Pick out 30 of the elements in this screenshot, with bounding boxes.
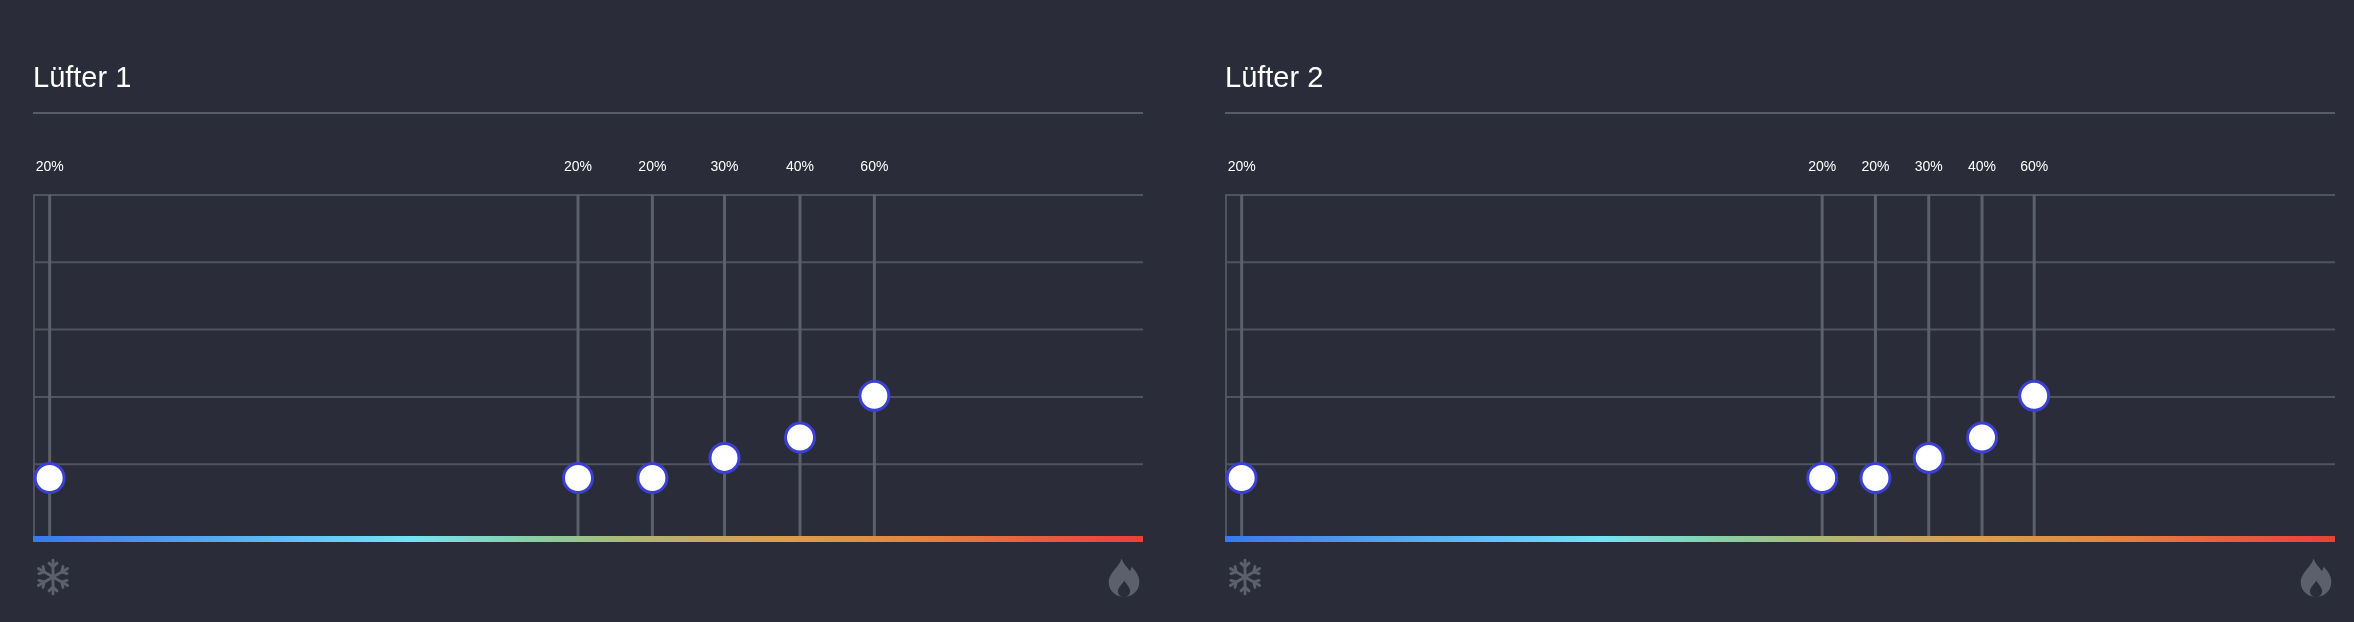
curve-point-handle[interactable] xyxy=(1912,441,1945,474)
flame-icon xyxy=(2300,558,2332,597)
speed-label: 40% xyxy=(786,158,815,174)
speed-label: 30% xyxy=(710,158,739,174)
curve-point-handle[interactable] xyxy=(1225,462,1258,495)
speed-label: 20% xyxy=(1227,158,1256,174)
curve-point-handle[interactable] xyxy=(858,379,891,412)
curve-point-handle[interactable] xyxy=(1806,462,1839,495)
speed-label: 20% xyxy=(1861,158,1890,174)
speed-label: 60% xyxy=(2020,158,2049,174)
flame-icon xyxy=(1108,558,1140,597)
speed-label: 40% xyxy=(1968,158,1997,174)
snowflake-icon xyxy=(1227,558,1263,596)
speed-label: 20% xyxy=(1808,158,1837,174)
panel-title: Lüfter 2 xyxy=(1225,60,1324,95)
curve-point-handle[interactable] xyxy=(2018,379,2051,412)
curve-point-handle[interactable] xyxy=(1859,462,1892,495)
curve-point-handle[interactable] xyxy=(708,441,741,474)
panel-title: Lüfter 1 xyxy=(33,60,132,95)
curve-point-handle[interactable] xyxy=(562,462,594,495)
snowflake-icon xyxy=(35,558,71,596)
curve-point-handle[interactable] xyxy=(33,462,66,495)
speed-label: 20% xyxy=(564,158,593,174)
curve-point-handle[interactable] xyxy=(784,421,816,454)
curve-point-handle[interactable] xyxy=(1966,421,1998,454)
speed-label: 20% xyxy=(638,158,667,174)
speed-label: 30% xyxy=(1914,158,1943,174)
curve-point-handle[interactable] xyxy=(636,462,669,495)
speed-label: 60% xyxy=(860,158,889,174)
speed-label: 20% xyxy=(35,158,64,174)
